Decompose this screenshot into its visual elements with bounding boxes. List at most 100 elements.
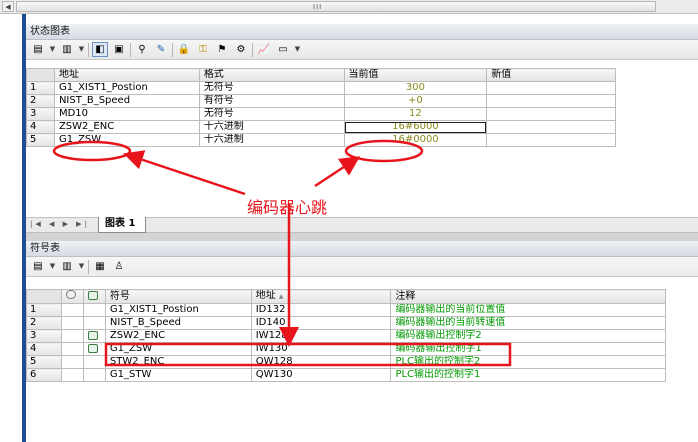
address-cell[interactable]: ID132 bbox=[250, 303, 392, 317]
tab-chart-1[interactable]: 图表 1 bbox=[98, 217, 147, 233]
table-row[interactable]: 4 ZSW2_ENC 十六进制 16#6000 bbox=[26, 120, 616, 134]
table-row[interactable]: 3 MD10 无符号 12 bbox=[26, 107, 616, 121]
splitter[interactable] bbox=[26, 233, 698, 241]
new-value-cell[interactable] bbox=[486, 94, 616, 108]
symbol-cell[interactable]: ZSW2_ENC bbox=[104, 329, 252, 343]
read-forced-icon[interactable]: ⚑ bbox=[214, 42, 230, 57]
symbol-cell[interactable]: NIST_B_Speed bbox=[104, 316, 252, 330]
new-value-cell[interactable] bbox=[486, 133, 616, 147]
row-number[interactable]: 4 bbox=[26, 342, 62, 356]
table-row[interactable]: 6 G1_STW QW130 PLC输出的控制字1 bbox=[26, 368, 666, 382]
chart-status-icon[interactable]: ◧ bbox=[92, 42, 108, 57]
row-number[interactable]: 4 bbox=[26, 120, 55, 134]
table-row[interactable]: 5 G1_ZSW 十六进制 16#0000 bbox=[26, 133, 616, 147]
row-number[interactable]: 3 bbox=[26, 107, 55, 121]
table-row[interactable]: 2 NIST_B_Speed 有符号 +0 bbox=[26, 94, 616, 108]
address-cell[interactable]: IW130 bbox=[250, 342, 392, 356]
column-header-symbol[interactable]: 符号 bbox=[104, 289, 252, 304]
column-header-current-value[interactable]: 当前值 bbox=[343, 68, 488, 82]
status-chart-title: 状态图表 bbox=[26, 24, 698, 40]
symbol-cell[interactable]: G1_ZSW bbox=[104, 342, 252, 356]
comment-cell[interactable]: 编码器输出控制字1 bbox=[390, 342, 666, 356]
column-header-status-icon[interactable] bbox=[60, 289, 84, 304]
table-row[interactable]: 1 G1_XIST1_Postion 无符号 300 bbox=[26, 81, 616, 95]
chevron-down-icon[interactable]: ▼ bbox=[78, 259, 85, 274]
pencil-icon[interactable]: ✎ bbox=[153, 42, 169, 57]
row-number[interactable]: 5 bbox=[26, 355, 62, 369]
symbol-cell[interactable]: G1_XIST1_Postion bbox=[104, 303, 252, 317]
column-header-address[interactable]: 地址 bbox=[53, 68, 200, 82]
address-cell[interactable]: NIST_B_Speed bbox=[53, 94, 200, 108]
horizontal-scrollbar[interactable]: ◀ III bbox=[0, 0, 698, 14]
tab-navigation-icon[interactable]: |◀ ◀ ▶ ▶| bbox=[30, 220, 90, 228]
column-header-comment[interactable]: 注释 bbox=[390, 289, 666, 304]
symbol-cell[interactable]: G1_STW bbox=[104, 368, 252, 382]
format-cell[interactable]: 无符号 bbox=[198, 81, 345, 95]
pause-icon[interactable]: ▭ bbox=[275, 42, 291, 57]
comment-cell[interactable]: 编码器输出控制字2 bbox=[390, 329, 666, 343]
row-number[interactable]: 1 bbox=[26, 81, 55, 95]
toolbar-separator bbox=[130, 42, 131, 57]
table-header-row: 地址 格式 当前值 新值 bbox=[26, 68, 616, 82]
address-cell[interactable]: G1_XIST1_Postion bbox=[53, 81, 200, 95]
format-cell[interactable]: 十六进制 bbox=[198, 120, 345, 134]
symbol-cell[interactable]: STW2_ENC bbox=[104, 355, 252, 369]
trend-icon[interactable]: ⚙ bbox=[233, 42, 249, 57]
new-value-cell[interactable] bbox=[486, 81, 616, 95]
chevron-down-icon[interactable]: ▼ bbox=[49, 259, 56, 274]
status-cell bbox=[60, 316, 84, 330]
comment-cell[interactable]: 编码器输出的当前转速值 bbox=[390, 316, 666, 330]
single-read-icon[interactable]: ▣ bbox=[111, 42, 127, 57]
scroll-left-icon[interactable]: ◀ bbox=[2, 1, 14, 12]
unforce-icon[interactable]: ⚿ bbox=[195, 42, 211, 57]
address-cell[interactable]: QW130 bbox=[250, 368, 392, 382]
table-row[interactable]: 4 G1_ZSW IW130 编码器输出控制字1 bbox=[26, 342, 666, 356]
column-header-address[interactable]: 地址 ▲ bbox=[250, 289, 392, 304]
symbol-icon bbox=[87, 330, 98, 340]
comment-cell[interactable]: PLC输出的控制字2 bbox=[390, 355, 666, 369]
row-number[interactable]: 1 bbox=[26, 303, 62, 317]
new-value-cell[interactable] bbox=[486, 120, 616, 134]
force-lock-icon[interactable]: 🔒 bbox=[176, 42, 192, 57]
table-row[interactable]: 3 ZSW2_ENC IW128 编码器输出控制字2 bbox=[26, 329, 666, 343]
address-cell[interactable]: MD10 bbox=[53, 107, 200, 121]
comment-cell[interactable]: PLC输出的控制字1 bbox=[390, 368, 666, 382]
format-cell[interactable]: 无符号 bbox=[198, 107, 345, 121]
chevron-down-icon[interactable]: ▼ bbox=[49, 42, 56, 57]
address-cell[interactable]: ZSW2_ENC bbox=[53, 120, 200, 134]
delete-row-icon[interactable]: ▥ bbox=[59, 259, 75, 274]
address-cell[interactable]: IW128 bbox=[250, 329, 392, 343]
insert-row-icon[interactable]: ▤ bbox=[30, 42, 46, 57]
arrow-to-value bbox=[314, 156, 361, 188]
insert-row-icon[interactable]: ▤ bbox=[30, 259, 46, 274]
scrollbar-thumb[interactable]: III bbox=[16, 1, 656, 12]
symbol-table-toolbar: ▤ ▼ ▥ ▼ ▦ ♙ bbox=[26, 257, 698, 277]
format-cell[interactable]: 十六进制 bbox=[198, 133, 345, 147]
user-icon[interactable]: ♙ bbox=[111, 259, 127, 274]
symbol-icon-cell bbox=[82, 316, 106, 330]
chevron-down-icon[interactable]: ▼ bbox=[294, 42, 301, 57]
write-icon[interactable]: ⚲ bbox=[134, 42, 150, 57]
table-corner bbox=[26, 289, 62, 304]
column-header-format[interactable]: 格式 bbox=[198, 68, 345, 82]
address-cell[interactable]: G1_ZSW bbox=[53, 133, 200, 147]
address-cell[interactable]: ID140 bbox=[250, 316, 392, 330]
delete-row-icon[interactable]: ▥ bbox=[59, 42, 75, 57]
table-row[interactable]: 2 NIST_B_Speed ID140 编码器输出的当前转速值 bbox=[26, 316, 666, 330]
symbol-options-icon[interactable]: ▦ bbox=[92, 259, 108, 274]
chevron-down-icon[interactable]: ▼ bbox=[78, 42, 85, 57]
table-row[interactable]: 1 G1_XIST1_Postion ID132 编码器输出的当前位置值 bbox=[26, 303, 666, 317]
address-cell[interactable]: QW128 bbox=[250, 355, 392, 369]
column-header-symbol-icon[interactable] bbox=[82, 289, 106, 304]
new-value-cell[interactable] bbox=[486, 107, 616, 121]
row-number[interactable]: 5 bbox=[26, 133, 55, 147]
comment-cell[interactable]: 编码器输出的当前位置值 bbox=[390, 303, 666, 317]
format-cell[interactable]: 有符号 bbox=[198, 94, 345, 108]
row-number[interactable]: 3 bbox=[26, 329, 62, 343]
row-number[interactable]: 2 bbox=[26, 94, 55, 108]
row-number[interactable]: 6 bbox=[26, 368, 62, 382]
row-number[interactable]: 2 bbox=[26, 316, 62, 330]
column-header-new-value[interactable]: 新值 bbox=[486, 68, 616, 82]
table-row[interactable]: 5 STW2_ENC QW128 PLC输出的控制字2 bbox=[26, 355, 666, 369]
trend-view-icon[interactable]: 📈 bbox=[256, 42, 272, 57]
